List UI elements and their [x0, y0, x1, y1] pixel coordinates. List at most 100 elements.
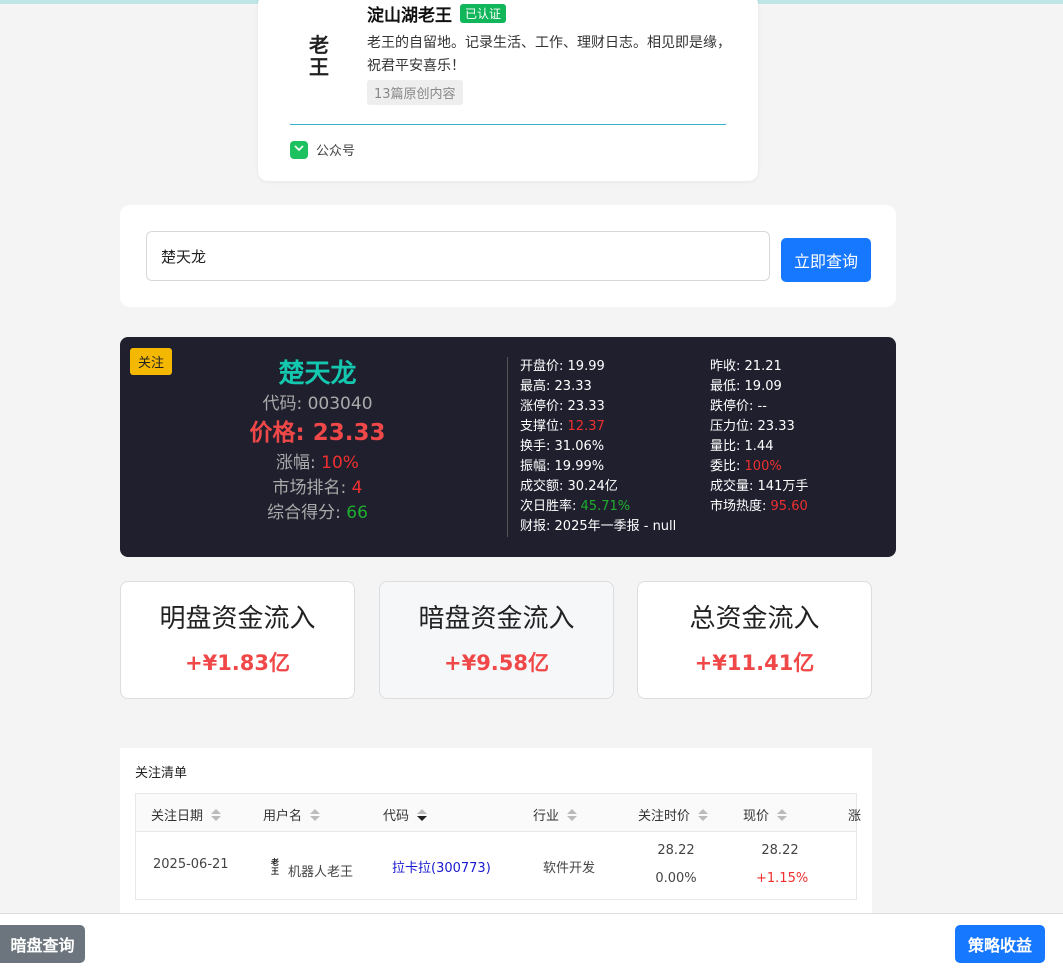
stock-detail-item: 次日胜率: 45.71%	[520, 497, 710, 517]
col-follow-date[interactable]: 关注日期	[151, 805, 222, 824]
col-code[interactable]: 代码	[383, 805, 428, 824]
stock-detail-value: 19.99%	[554, 459, 605, 474]
col-label: 用户名	[263, 809, 303, 824]
stock-detail-value: 95.60	[770, 499, 808, 514]
stock-detail-item: 压力位: 23.33	[710, 417, 890, 437]
stock-detail-label: 委比:	[710, 459, 741, 474]
stock-detail-label: 成交量:	[710, 479, 754, 494]
sort-icon	[777, 808, 788, 821]
stock-code: 003040	[307, 394, 373, 414]
row-date: 2025-06-21	[153, 857, 229, 872]
strategy-returns-button[interactable]: 策略收益	[955, 925, 1045, 963]
stock-detail-label: 涨停价:	[520, 399, 564, 414]
stock-name: 楚天龙	[278, 359, 357, 389]
profile-article-count: 13篇原创内容	[367, 80, 463, 105]
stock-detail-item: 跌停价: --	[710, 397, 890, 417]
dark-pool-query-button[interactable]: 暗盘查询	[0, 925, 85, 963]
stock-detail-label: 最高:	[520, 379, 551, 394]
stock-rank-row: 市场排名: 4	[200, 476, 435, 501]
flow-value: +¥1.83亿	[184, 651, 291, 675]
stock-summary: 楚天龙 代码: 003040 价格: 23.33 涨幅: 10% 市场排名: 4…	[200, 355, 435, 526]
svg-text:王: 王	[309, 55, 329, 78]
wechat-official-account-icon	[290, 140, 308, 159]
row-user: 老 王 机器人老王	[268, 856, 353, 880]
stock-detail-item: 委比: 100%	[710, 457, 890, 477]
search-card: 立即查询	[120, 205, 896, 307]
sort-desc-icon	[417, 808, 428, 821]
stock-detail-item: 最低: 19.09	[710, 377, 890, 397]
stock-detail-label: 最低:	[710, 379, 741, 394]
stock-detail-value: 30.24亿	[567, 479, 618, 494]
col-change-truncated[interactable]: 涨	[848, 805, 861, 824]
stock-price-row: 价格: 23.33	[200, 415, 435, 451]
stock-detail-label: 换手:	[520, 439, 551, 454]
stock-detail-label: 跌停价:	[710, 399, 754, 414]
stock-code-row: 代码: 003040	[200, 393, 435, 415]
stock-detail-value: 45.71%	[580, 499, 631, 514]
col-username[interactable]: 用户名	[263, 805, 321, 824]
watchlist-panel: 关注清单 关注日期 用户名 代码 行业 关注时价 现价 涨 2025-06-21…	[120, 748, 872, 918]
user-avatar-logo: 老 王	[270, 857, 279, 876]
stock-info-card: 关注 楚天龙 代码: 003040 价格: 23.33 涨幅: 10% 市场排名…	[120, 337, 896, 557]
stock-detail-item: 涨停价: 23.33	[520, 397, 710, 417]
profile-card: 老 王 淀山湖老王 已认证 老王的自留地。记录生活、工作、理财日志。相见即是缘，…	[258, 0, 758, 181]
stock-score-label: 综合得分:	[267, 503, 341, 523]
row-follow-price: 28.22	[657, 843, 695, 858]
profile-name-row: 淀山湖老王 已认证	[367, 1, 507, 26]
stock-detail-label: 成交额:	[520, 479, 564, 494]
col-industry[interactable]: 行业	[533, 805, 578, 824]
stock-code-label: 代码:	[262, 394, 303, 414]
col-current-price[interactable]: 现价	[743, 805, 788, 824]
sort-icon	[211, 808, 222, 821]
follow-badge[interactable]: 关注	[130, 348, 173, 375]
stock-change: 10%	[321, 453, 359, 473]
stock-detail-value: 23.33	[757, 419, 795, 434]
stock-detail-value: 12.37	[567, 419, 605, 434]
col-label: 涨	[848, 809, 862, 824]
svg-text:老: 老	[309, 33, 329, 57]
col-label: 关注日期	[151, 809, 204, 824]
sort-icon	[698, 808, 709, 821]
svg-text:王: 王	[271, 866, 279, 876]
stock-detail-label: 财报:	[520, 519, 551, 534]
row-username: 机器人老王	[288, 865, 354, 880]
stock-score: 66	[346, 503, 368, 523]
watchlist-title: 关注清单	[135, 766, 188, 781]
stock-detail-value: 100%	[744, 459, 782, 474]
stock-detail-label: 振幅:	[520, 459, 551, 474]
stock-detail-value: 23.33	[554, 379, 592, 394]
stock-detail-value: 2025年一季报 - null	[554, 519, 677, 534]
stock-detail-item: 支撑位: 12.37	[520, 417, 710, 437]
row-code-link[interactable]: 拉卡拉(300773)	[392, 857, 491, 876]
profile-avatar-logo: 老 王	[309, 33, 329, 78]
stock-price-label: 价格:	[249, 420, 305, 446]
stock-detail-label: 支撑位:	[520, 419, 564, 434]
stock-detail-label: 量比:	[710, 439, 741, 454]
stock-detail-item: 振幅: 19.99%	[520, 457, 710, 477]
profile-description: 老王的自留地。记录生活、工作、理财日志。相见即是缘，祝君平安喜乐！	[367, 35, 731, 74]
stock-detail-value: 23.33	[567, 399, 605, 414]
col-follow-price[interactable]: 关注时价	[638, 805, 709, 824]
stock-detail-item: 昨收: 21.21	[710, 357, 890, 377]
total-fund-flow-card: 总资金流入 +¥11.41亿	[637, 581, 872, 699]
stock-search-input[interactable]	[146, 231, 770, 281]
stock-detail-label: 昨收:	[710, 359, 741, 374]
table-row[interactable]: 2025-06-21 老 王 机器人老王 拉卡拉(300773) 软件开发 28…	[136, 832, 856, 900]
bottom-bar: 暗盘查询 策略收益	[0, 913, 1063, 971]
query-button[interactable]: 立即查询	[781, 238, 871, 282]
col-label: 现价	[743, 809, 770, 824]
profile-footer[interactable]: 公众号	[290, 140, 355, 159]
row-current-change: +1.15%	[756, 871, 809, 886]
hidden-fund-flow-card: 暗盘资金流入 +¥9.58亿	[379, 581, 614, 699]
stock-detail-label: 市场热度:	[710, 499, 767, 514]
user-avatar: 老 王	[268, 856, 282, 880]
flow-value: +¥9.58亿	[443, 651, 550, 675]
stock-score-row: 综合得分: 66	[200, 501, 435, 526]
stock-detail-label: 开盘价:	[520, 359, 564, 374]
row-current-price: 28.22	[761, 843, 799, 858]
table-header: 关注日期 用户名 代码 行业 关注时价 现价 涨	[136, 794, 861, 832]
stock-detail-item: 量比: 1.44	[710, 437, 890, 457]
stock-detail-value: 141万手	[757, 479, 809, 494]
row-follow-change: 0.00%	[655, 871, 697, 886]
sort-icon	[310, 808, 321, 821]
